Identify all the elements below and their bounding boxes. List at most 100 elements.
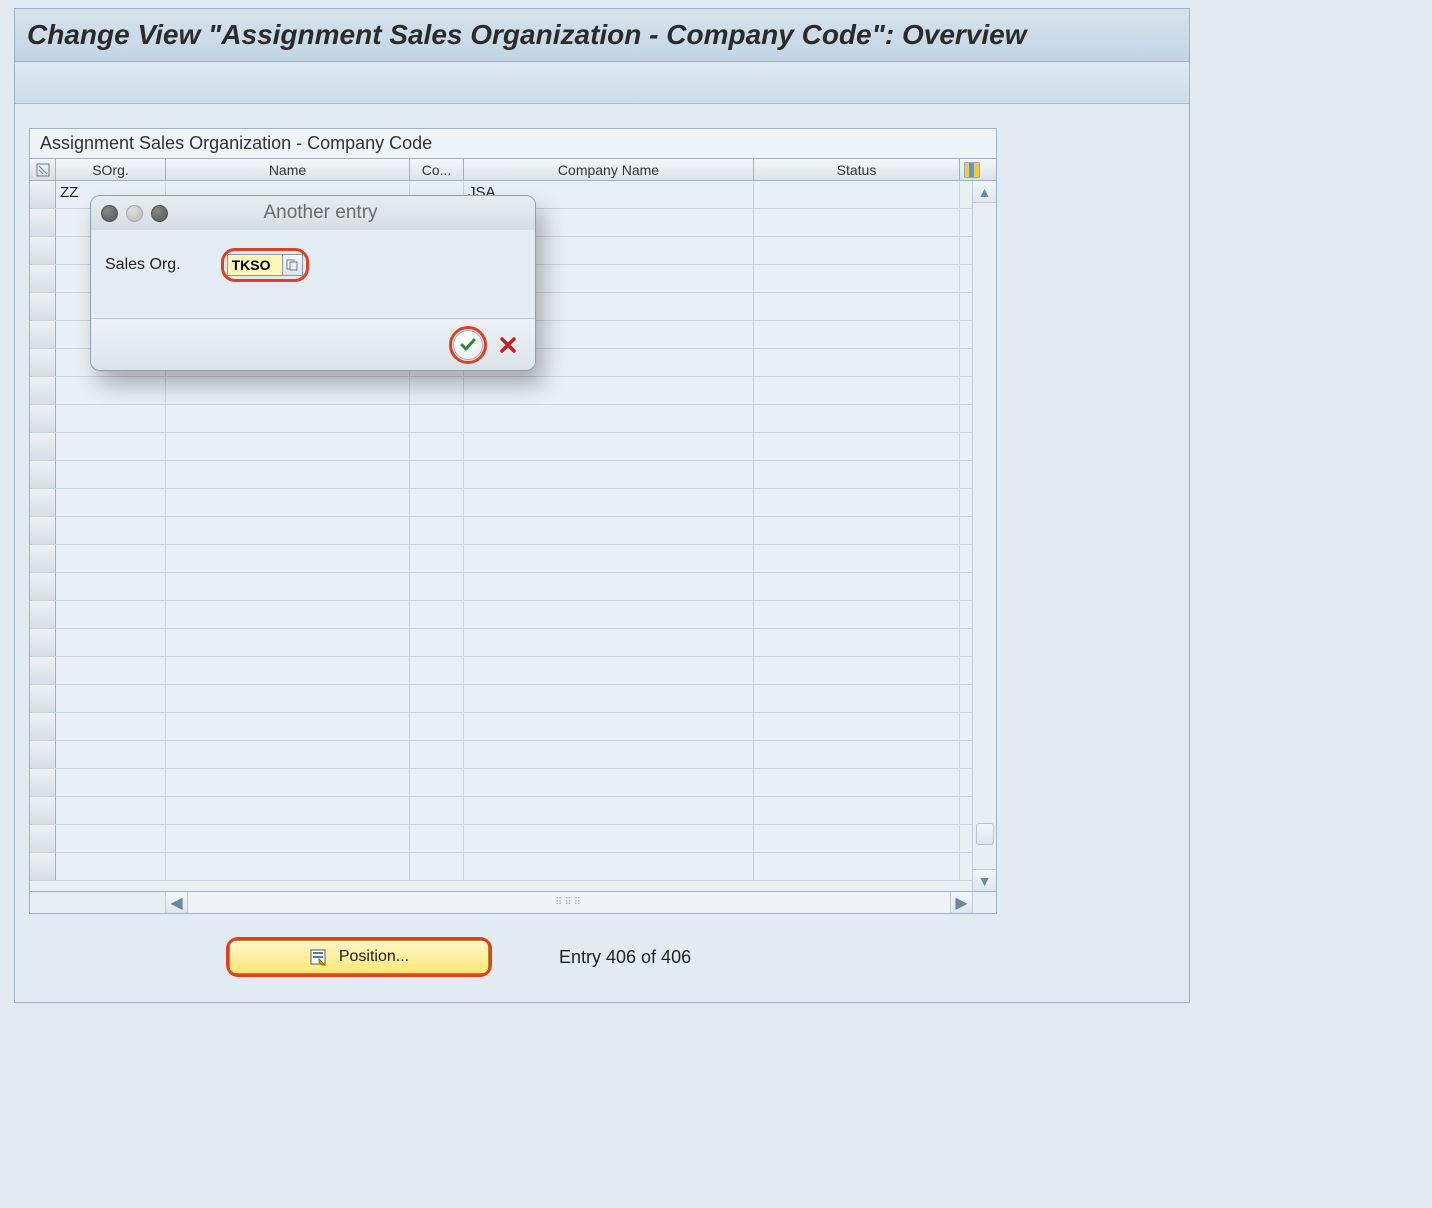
cell-company_name[interactable] [464, 797, 754, 824]
cell-status[interactable] [754, 853, 960, 880]
cell-cocd[interactable] [410, 657, 464, 684]
cell-sorg[interactable] [56, 685, 166, 712]
table-row[interactable] [30, 433, 972, 461]
row-selector[interactable] [30, 601, 56, 628]
cell-company_name[interactable] [464, 853, 754, 880]
cell-cocd[interactable] [410, 377, 464, 404]
cell-name[interactable] [166, 517, 410, 544]
cell-sorg[interactable] [56, 769, 166, 796]
cell-status[interactable] [754, 377, 960, 404]
cell-status[interactable] [754, 797, 960, 824]
row-selector[interactable] [30, 377, 56, 404]
row-selector[interactable] [30, 657, 56, 684]
cell-name[interactable] [166, 377, 410, 404]
cell-status[interactable] [754, 769, 960, 796]
cell-status[interactable] [754, 545, 960, 572]
row-selector[interactable] [30, 853, 56, 880]
cell-company_name[interactable] [464, 825, 754, 852]
cell-company_name[interactable] [464, 517, 754, 544]
row-selector[interactable] [30, 237, 56, 264]
table-row[interactable] [30, 601, 972, 629]
table-row[interactable] [30, 573, 972, 601]
cell-company_name[interactable] [464, 741, 754, 768]
row-selector[interactable] [30, 489, 56, 516]
cell-name[interactable] [166, 797, 410, 824]
cell-status[interactable] [754, 433, 960, 460]
table-row[interactable] [30, 853, 972, 881]
cell-cocd[interactable] [410, 433, 464, 460]
cell-cocd[interactable] [410, 601, 464, 628]
row-selector[interactable] [30, 685, 56, 712]
cell-status[interactable] [754, 685, 960, 712]
cell-status[interactable] [754, 573, 960, 600]
column-header-name[interactable]: Name [166, 159, 410, 180]
cancel-button[interactable] [497, 334, 519, 356]
cell-company_name[interactable] [464, 601, 754, 628]
row-selector[interactable] [30, 825, 56, 852]
cell-company_name[interactable] [464, 769, 754, 796]
hscroll-track[interactable]: ⠿⠿⠿ [188, 892, 950, 913]
cell-sorg[interactable] [56, 433, 166, 460]
vertical-scrollbar[interactable]: ▲ ▼ [972, 181, 996, 891]
cell-sorg[interactable] [56, 741, 166, 768]
cell-cocd[interactable] [410, 685, 464, 712]
row-selector[interactable] [30, 545, 56, 572]
cell-sorg[interactable] [56, 461, 166, 488]
row-selector[interactable] [30, 713, 56, 740]
cell-cocd[interactable] [410, 769, 464, 796]
cell-name[interactable] [166, 629, 410, 656]
cell-cocd[interactable] [410, 797, 464, 824]
cell-company_name[interactable] [464, 433, 754, 460]
cell-status[interactable] [754, 461, 960, 488]
cell-company_name[interactable] [464, 545, 754, 572]
cell-name[interactable] [166, 769, 410, 796]
row-selector[interactable] [30, 517, 56, 544]
table-row[interactable] [30, 629, 972, 657]
cell-status[interactable] [754, 741, 960, 768]
value-help-button[interactable] [283, 254, 303, 276]
row-selector[interactable] [30, 573, 56, 600]
cell-cocd[interactable] [410, 545, 464, 572]
cell-name[interactable] [166, 545, 410, 572]
cell-status[interactable] [754, 405, 960, 432]
cell-cocd[interactable] [410, 741, 464, 768]
cell-name[interactable] [166, 685, 410, 712]
table-row[interactable] [30, 657, 972, 685]
row-selector[interactable] [30, 629, 56, 656]
cell-status[interactable] [754, 517, 960, 544]
cell-name[interactable] [166, 405, 410, 432]
table-row[interactable] [30, 825, 972, 853]
cell-name[interactable] [166, 601, 410, 628]
table-row[interactable] [30, 797, 972, 825]
position-button[interactable]: Position... [229, 940, 489, 974]
row-selector[interactable] [30, 769, 56, 796]
row-selector[interactable] [30, 181, 56, 208]
cell-company_name[interactable] [464, 629, 754, 656]
cell-cocd[interactable] [410, 825, 464, 852]
cell-sorg[interactable] [56, 797, 166, 824]
cell-cocd[interactable] [410, 405, 464, 432]
table-row[interactable] [30, 545, 972, 573]
scroll-down-button[interactable]: ▼ [973, 869, 996, 891]
cell-name[interactable] [166, 433, 410, 460]
table-row[interactable] [30, 741, 972, 769]
configure-columns-button[interactable] [960, 159, 984, 180]
row-selector[interactable] [30, 461, 56, 488]
scroll-thumb[interactable] [976, 823, 994, 845]
table-row[interactable] [30, 517, 972, 545]
cell-status[interactable] [754, 181, 960, 208]
scroll-left-button[interactable]: ◀ [166, 892, 188, 913]
table-row[interactable] [30, 685, 972, 713]
horizontal-scrollbar[interactable]: ◀ ⠿⠿⠿ ▶ [30, 891, 996, 913]
table-row[interactable] [30, 713, 972, 741]
cell-sorg[interactable] [56, 601, 166, 628]
cell-name[interactable] [166, 489, 410, 516]
cell-company_name[interactable] [464, 657, 754, 684]
scroll-right-button[interactable]: ▶ [950, 892, 972, 913]
row-selector[interactable] [30, 349, 56, 376]
row-selector[interactable] [30, 265, 56, 292]
cell-status[interactable] [754, 321, 960, 348]
cell-cocd[interactable] [410, 853, 464, 880]
cell-sorg[interactable] [56, 657, 166, 684]
cell-status[interactable] [754, 209, 960, 236]
